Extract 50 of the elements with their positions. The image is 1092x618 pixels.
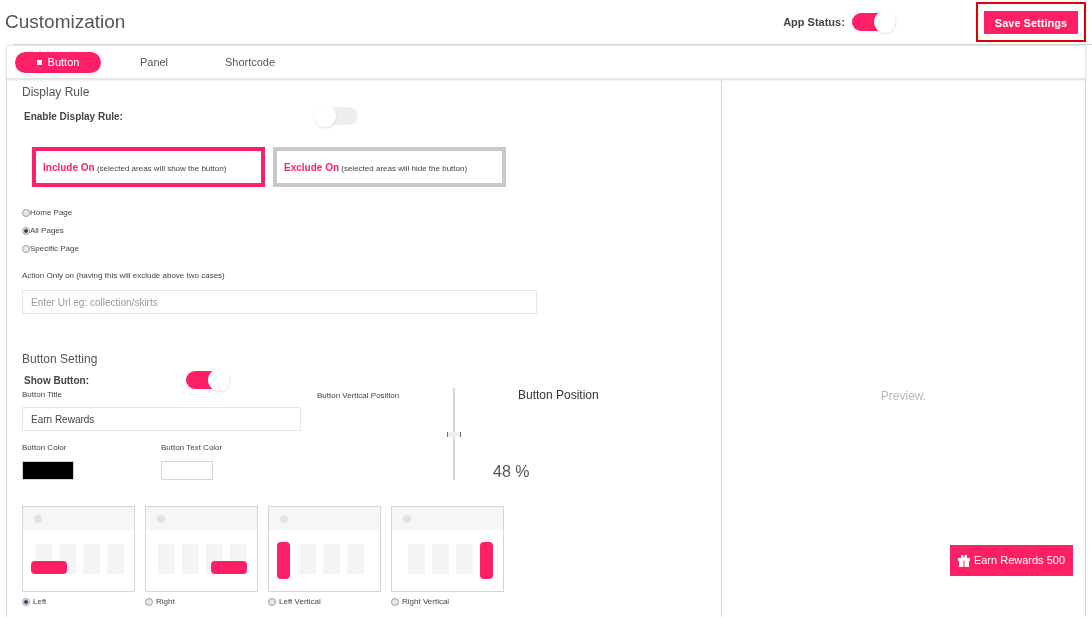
radio-label: All Pages xyxy=(30,225,64,237)
field-label: Button Text Color xyxy=(161,442,224,454)
button-title-input-field[interactable]: Earn Rewards xyxy=(22,407,301,431)
slider-thumb[interactable] xyxy=(447,432,461,438)
color-swatch[interactable] xyxy=(161,461,213,480)
preview-text: Preview. xyxy=(880,388,927,405)
radio-label: Specific Page xyxy=(30,243,79,255)
position-option-drawing[interactable] xyxy=(391,506,504,592)
page-title: Customization xyxy=(5,9,127,34)
rule-option-card[interactable]: Include On (selected areas will show the button) xyxy=(32,147,265,187)
url-input-field[interactable]: Enter Url eg: collection/skirts xyxy=(22,290,537,314)
field-label: Button Color xyxy=(22,442,68,454)
field-label: Button Vertical Position xyxy=(317,390,401,402)
show-button-label: Show Button: xyxy=(24,373,90,388)
tab[interactable]: Button xyxy=(15,51,101,73)
gift-icon xyxy=(957,554,970,567)
save-settings-button[interactable]: Save Settings xyxy=(983,11,1078,35)
radio-label: Home Page xyxy=(30,207,73,219)
slider-reading: 48 % xyxy=(493,462,531,482)
radio-button[interactable] xyxy=(22,209,30,217)
rule-option-card[interactable]: Exclude On (selected areas will hide the button) xyxy=(273,147,506,187)
rule-option-text: Exclude On (selected areas will hide the button) xyxy=(284,160,468,175)
radio-button[interactable] xyxy=(268,598,276,606)
toggle-switch[interactable] xyxy=(851,13,896,31)
position-option-drawing[interactable] xyxy=(145,506,258,592)
tab[interactable]: Shortcode xyxy=(207,51,293,73)
radio-button[interactable] xyxy=(22,598,30,606)
position-option-drawing[interactable] xyxy=(268,506,381,592)
section-heading: Display Rule xyxy=(22,84,91,101)
position-option-drawing[interactable] xyxy=(22,506,135,592)
field-label: Button Title xyxy=(22,389,64,401)
radio-label: Left xyxy=(33,596,47,608)
toggle-switch[interactable] xyxy=(314,107,358,125)
radio-label: Right Vertical xyxy=(402,596,450,608)
radio-label: Right xyxy=(156,596,175,608)
radio-label: Left Vertical xyxy=(279,596,321,608)
earn-rewards-button[interactable]: Earn Rewards 500 xyxy=(949,545,1073,576)
radio-button[interactable] xyxy=(391,598,399,606)
app-status-label: App Status: xyxy=(783,14,845,30)
radio-button[interactable] xyxy=(145,598,153,606)
radio-button[interactable] xyxy=(22,227,30,235)
section-heading: Button Setting xyxy=(22,351,99,368)
field-label: Action Only on (having this will exclude above two cases) xyxy=(22,270,226,282)
enable-display-rule-label: Enable Display Rule: xyxy=(24,109,124,124)
toggle-switch[interactable] xyxy=(186,371,230,389)
section-heading: Button Position xyxy=(518,387,599,404)
color-swatch[interactable] xyxy=(22,461,74,480)
rule-option-text: Include On (selected areas will show the button) xyxy=(43,160,227,175)
tab[interactable]: Panel xyxy=(111,51,197,73)
radio-button[interactable] xyxy=(22,245,30,253)
